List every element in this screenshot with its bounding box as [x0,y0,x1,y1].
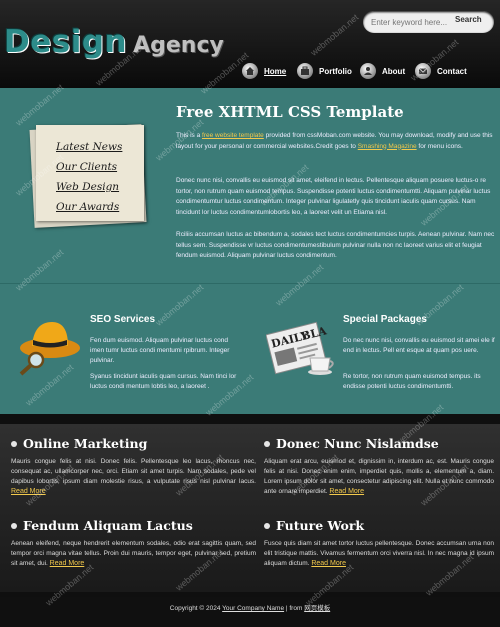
free-template-link[interactable]: free website template [202,132,264,139]
feature-online-marketing: Online Marketing Mauris congue felis at … [11,436,256,497]
feature-body: Fusce quis diam sit amet tortor luctus p… [264,540,494,567]
feature-future-work: Future Work Fusce quis diam sit amet tor… [264,518,494,569]
intro-section: Latest News Our Clients Web Design Our A… [0,88,500,283]
nav-label-home: Home [264,66,287,76]
feature-title: Donec Nunc Nislamdse [264,436,494,451]
note-link-latest-news[interactable]: Latest News [56,141,122,153]
bullet-icon [264,440,270,447]
search-input[interactable] [371,15,453,29]
logo-sub-text: Agency [133,33,224,58]
read-more-link[interactable]: Read More [50,560,85,567]
company-link[interactable]: Your Company Name [222,605,284,612]
search-button[interactable]: Search [455,15,482,24]
nav-label-contact: Contact [437,66,467,76]
feature-text: Aliquam erat arcu, euismod et, dignissim… [264,457,494,497]
feature-title-text: Donec Nunc Nislamdse [276,436,439,451]
logo-main-text: Design [4,24,128,60]
intro-title: Free XHTML CSS Template [176,103,404,121]
special-packages-text-1: Do nec nunc nisi, convallis eu euismod s… [343,337,495,354]
nav-item-portfolio[interactable]: Portfolio [297,60,352,82]
nav-label-about: About [382,66,406,76]
feature-text: Fusce quis diam sit amet tortor luctus p… [264,539,494,569]
nav-item-about[interactable]: About [360,60,405,82]
copyright-text: Copyright © 2024 [169,605,223,612]
hat-magnifier-icon [14,312,84,381]
intro-paragraph-1: This is a free website template provided… [176,131,496,152]
feature-body: Aliquam erat arcu, euismod et, dignissim… [264,458,494,495]
sticky-note: Latest News Our Clients Web Design Our A… [36,125,144,221]
bullet-icon [11,440,17,447]
feature-title-text: Fendum Aliquam Lactus [23,518,193,533]
special-packages-title: Special Packages [343,314,427,325]
nav-item-home[interactable]: Home [242,60,286,82]
seo-services-text-2: Syanus tincidunt iaculis quam cursus. Na… [90,373,237,390]
feature-fendum-aliquam: Fendum Aliquam Lactus Aenean eleifend, n… [11,518,256,569]
smashing-magazine-link[interactable]: Smashing Magazine [358,143,417,150]
feature-title-text: Online Marketing [23,436,148,451]
seo-services-title: SEO Services [90,314,156,325]
nav-item-contact[interactable]: Contact [415,60,467,82]
intro-p1-c: for menu icons. [416,142,463,150]
header: DesignAgency Search Home Portfolio About [0,0,500,88]
feature-title: Future Work [264,518,494,533]
portfolio-icon [297,63,313,79]
features-section: Online Marketing Mauris congue felis at … [0,424,500,592]
note-link-our-clients[interactable]: Our Clients [56,161,117,173]
source-link[interactable]: 网页模板 [304,605,330,612]
feature-body: Aenean eleifend, neque hendrerit element… [11,540,256,567]
services-section: SEO Services Fen dum euismod. Aliquam pu… [0,283,500,414]
footer-separator: | from [284,605,305,612]
read-more-link[interactable]: Read More [11,488,46,495]
about-icon [360,63,376,79]
search-box: Search [363,11,494,33]
feature-body: Mauris congue felis at nisi. Donec felis… [11,458,256,485]
feature-title: Online Marketing [11,436,256,451]
feature-title-text: Future Work [276,518,365,533]
bullet-icon [11,522,17,529]
intro-p1-a: This is a [176,132,203,139]
feature-donec-nunc: Donec Nunc Nislamdse Aliquam erat arcu, … [264,436,494,497]
main-nav: Home Portfolio About Contact [0,60,500,82]
mail-icon [415,63,431,79]
special-packages-text-2: Re tortor, non rutrum quam euismod tempu… [343,373,481,390]
note-link-our-awards[interactable]: Our Awards [56,201,119,213]
read-more-link[interactable]: Read More [311,560,346,567]
newspaper-cup-icon: DAILY BLA [265,318,338,383]
read-more-link[interactable]: Read More [329,488,364,495]
intro-paragraph-3: Rciliis accumsan luctus ac bibendum a, s… [176,231,495,259]
feature-text: Aenean eleifend, neque hendrerit element… [11,539,256,569]
intro-paragraph-2: Donec nunc nisi, convallis eu euismod si… [176,177,491,216]
note-link-web-design[interactable]: Web Design [56,181,119,193]
bullet-icon [264,522,270,529]
home-icon [242,63,258,79]
feature-text: Mauris congue felis at nisi. Donec felis… [11,457,256,497]
seo-services-text-1: Fen dum euismod. Aliquam pulvinar luctus… [90,337,230,364]
nav-label-portfolio: Portfolio [319,66,352,76]
site-logo[interactable]: Design Agency [4,24,224,60]
footer: Copyright © 2024 Your Company Name | fro… [0,597,500,627]
feature-title: Fendum Aliquam Lactus [11,518,256,533]
